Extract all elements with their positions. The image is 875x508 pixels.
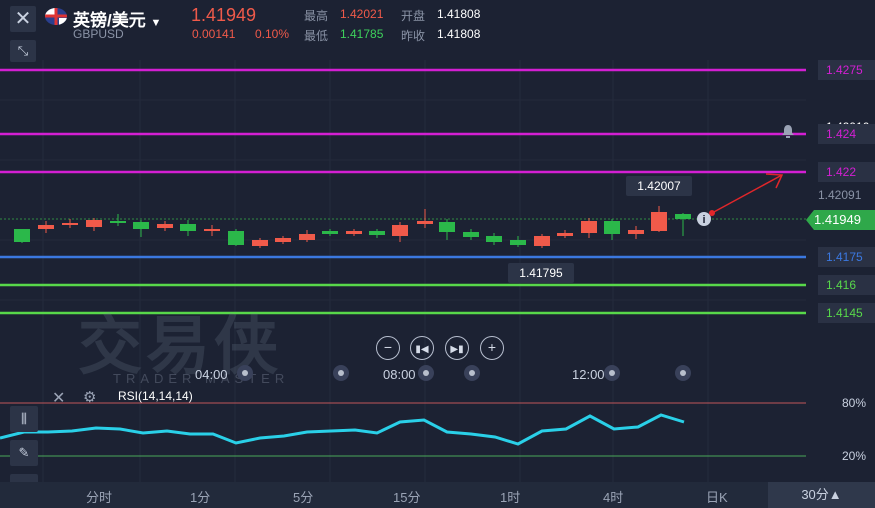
candle-body bbox=[463, 232, 479, 237]
candle-body bbox=[14, 229, 30, 242]
candle-body bbox=[439, 222, 455, 232]
timeframe-bar: 分时 1分 5分 15分 1时 4时 日K 30分▲ bbox=[0, 482, 875, 508]
time-label-2: 08:00 bbox=[383, 367, 416, 382]
low-value: 1.41785 bbox=[340, 27, 384, 41]
indicator-name: RSI(14,14,14) bbox=[118, 389, 193, 403]
timeframe-1m[interactable]: 1分 bbox=[190, 487, 210, 506]
open-value: 1.41808 bbox=[437, 7, 481, 21]
draw-line-tool-button[interactable]: ✎ bbox=[10, 440, 38, 466]
level-price-tag: 1.4145 bbox=[818, 303, 875, 323]
close-button[interactable]: ✕ bbox=[10, 6, 36, 32]
candle-body bbox=[62, 223, 78, 225]
prev-close-value: 1.41808 bbox=[437, 27, 481, 41]
timeframe-1d[interactable]: 日K bbox=[706, 487, 728, 506]
pencil-icon: ✎ bbox=[18, 445, 30, 460]
timeframe-1h[interactable]: 1时 bbox=[500, 487, 520, 506]
candle-body bbox=[38, 225, 54, 229]
timeframe-tick[interactable]: 分时 bbox=[86, 487, 112, 506]
candle-body bbox=[675, 214, 691, 219]
timeframe-5m[interactable]: 5分 bbox=[293, 487, 313, 506]
high-callout: 1.42007 bbox=[626, 176, 692, 196]
indicator-settings-icon[interactable]: ⚙ bbox=[83, 388, 96, 406]
candlestick-tool-button[interactable]: ⫼ bbox=[10, 406, 38, 432]
level-price-tag: 1.4275 bbox=[818, 60, 875, 80]
zoom-in-button[interactable]: + bbox=[480, 336, 504, 360]
time-marker-dot[interactable] bbox=[333, 365, 349, 381]
candlestick-icon: ⫼ bbox=[21, 411, 27, 426]
time-label-1: 04:00 bbox=[195, 367, 228, 382]
current-price-tag: 1.41949 bbox=[806, 210, 875, 230]
candle-body bbox=[651, 212, 667, 231]
candle-body bbox=[322, 231, 338, 234]
axis-price-faint: 1.42091 bbox=[818, 188, 862, 202]
candle-body bbox=[228, 231, 244, 245]
candle-body bbox=[275, 238, 291, 242]
price-chart[interactable]: i bbox=[0, 0, 875, 508]
open-label: 开盘 bbox=[401, 9, 426, 23]
rsi-upper-label: 80% bbox=[842, 396, 867, 410]
close-icon: ✕ bbox=[14, 8, 32, 30]
level-price-tag: 1.416 bbox=[818, 275, 875, 295]
skip-back-icon: ▮◀ bbox=[415, 344, 429, 355]
timeframe-15m[interactable]: 15分 bbox=[393, 487, 420, 506]
scroll-end-button[interactable]: ▶▮ bbox=[445, 336, 469, 360]
rsi-lower-label: 20% bbox=[842, 449, 867, 463]
chevron-down-icon[interactable]: ▼ bbox=[150, 17, 161, 29]
candle-body bbox=[299, 234, 315, 240]
symbol-code: GBPUSD bbox=[73, 27, 124, 41]
price-change-pct: 0.10% bbox=[255, 27, 290, 41]
prev-close-label: 昨收 bbox=[401, 29, 426, 43]
level-price-tag: 1.422 bbox=[818, 162, 875, 182]
candle-body bbox=[628, 230, 644, 234]
scroll-start-button[interactable]: ▮◀ bbox=[410, 336, 434, 360]
info-icon-glyph: i bbox=[702, 214, 705, 226]
close-indicator-icon[interactable]: ✕ bbox=[52, 388, 65, 408]
level-price-tag: 1.424 bbox=[818, 124, 875, 144]
candle-body bbox=[534, 236, 550, 246]
last-price: 1.41949 bbox=[191, 5, 257, 25]
candle-body bbox=[133, 222, 149, 229]
collapse-arrows-icon: ⤡ bbox=[17, 43, 29, 58]
time-marker-dot[interactable] bbox=[418, 365, 434, 381]
low-label: 最低 bbox=[304, 29, 329, 43]
zoom-out-button[interactable]: − bbox=[376, 336, 400, 360]
candle-body bbox=[417, 221, 433, 224]
price-change: 0.00141 bbox=[192, 27, 236, 41]
time-marker-dot[interactable] bbox=[604, 365, 620, 381]
candle-body bbox=[157, 224, 173, 228]
time-marker-dot[interactable] bbox=[675, 365, 691, 381]
low-callout: 1.41795 bbox=[508, 263, 574, 283]
timeframe-30m-active[interactable]: 30分▲ bbox=[768, 482, 875, 508]
candle-body bbox=[581, 221, 597, 233]
time-label-3: 12:00 bbox=[572, 367, 605, 382]
candle-body bbox=[604, 221, 620, 234]
collapse-button[interactable]: ⤡ bbox=[10, 40, 36, 62]
candle-body bbox=[486, 236, 502, 242]
candle-body bbox=[252, 240, 268, 246]
candle-body bbox=[557, 233, 573, 236]
uk-flag-icon bbox=[45, 8, 67, 25]
candle-body bbox=[110, 221, 126, 223]
time-marker-dot[interactable] bbox=[237, 365, 253, 381]
timeframe-4h[interactable]: 4时 bbox=[603, 487, 623, 506]
high-value: 1.42021 bbox=[340, 7, 384, 21]
candle-body bbox=[392, 225, 408, 236]
candle-body bbox=[346, 231, 362, 234]
candle-body bbox=[510, 240, 526, 245]
candle-body bbox=[86, 220, 102, 227]
skip-forward-icon: ▶▮ bbox=[450, 344, 464, 355]
time-marker-dot[interactable] bbox=[464, 365, 480, 381]
candle-body bbox=[369, 231, 385, 235]
candle-body bbox=[180, 224, 196, 231]
high-label: 最高 bbox=[304, 9, 329, 23]
minus-icon: − bbox=[383, 339, 393, 355]
bell-icon[interactable] bbox=[781, 124, 795, 138]
plus-icon: + bbox=[487, 339, 497, 355]
trend-arrow-anchor[interactable] bbox=[709, 210, 715, 216]
candle-body bbox=[204, 229, 220, 231]
level-price-tag: 1.4175 bbox=[818, 247, 875, 267]
